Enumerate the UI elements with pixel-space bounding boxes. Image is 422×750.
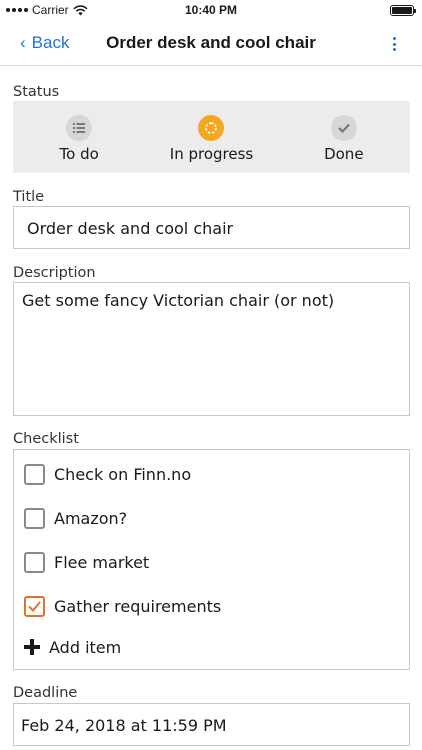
checklist-item[interactable]: Gather requirements bbox=[14, 584, 409, 628]
progress-icon bbox=[198, 115, 225, 141]
checklist-item-text: Check on Finn.no bbox=[54, 464, 192, 484]
status-section-label: Status bbox=[13, 84, 60, 100]
checkbox[interactable] bbox=[24, 551, 45, 573]
chevron-left-icon: ‹ bbox=[20, 33, 26, 52]
clock: 10:40 PM bbox=[184, 3, 238, 17]
back-label: Back bbox=[31, 33, 70, 52]
checklist-item[interactable]: Amazon? bbox=[14, 496, 409, 540]
status-option-todo[interactable]: To do bbox=[13, 101, 145, 173]
checkmark-icon bbox=[28, 600, 41, 612]
checkbox[interactable] bbox=[24, 507, 45, 529]
status-option-label: Done bbox=[324, 145, 364, 163]
checklist-item-text: Gather requirements bbox=[54, 596, 222, 616]
status-selector: To do In progress Done bbox=[13, 101, 410, 173]
list-icon bbox=[66, 115, 93, 141]
navigation-bar: ‹ Back Order desk and cool chair bbox=[0, 22, 422, 66]
add-item-label: Add item bbox=[49, 637, 122, 657]
status-option-done[interactable]: Done bbox=[278, 101, 410, 173]
status-option-label: In progress bbox=[169, 145, 254, 163]
checklist: Check on Finn.no Amazon? Flee market Gat… bbox=[13, 449, 410, 670]
status-option-in-progress[interactable]: In progress bbox=[145, 101, 277, 173]
plus-icon bbox=[24, 639, 40, 655]
checkbox-checked[interactable] bbox=[24, 595, 45, 617]
back-button[interactable]: ‹ Back bbox=[20, 33, 69, 53]
deadline-label: Deadline bbox=[13, 685, 78, 701]
checkbox[interactable] bbox=[24, 463, 45, 485]
description-label: Description bbox=[13, 265, 96, 281]
title-label: Title bbox=[13, 189, 45, 205]
checklist-item-text: Amazon? bbox=[54, 508, 128, 528]
add-item-button[interactable]: Add item bbox=[14, 626, 409, 668]
checklist-item[interactable]: Flee market bbox=[14, 540, 409, 584]
more-options-icon[interactable] bbox=[390, 34, 398, 54]
checklist-label: Checklist bbox=[13, 431, 79, 447]
title-input[interactable]: Order desk and cool chair bbox=[13, 206, 410, 249]
checkmark-icon bbox=[330, 115, 357, 141]
battery-icon bbox=[390, 5, 416, 16]
status-bar: Carrier 10:40 PM bbox=[0, 0, 422, 22]
deadline-picker[interactable]: Feb 24, 2018 at 11:59 PM bbox=[13, 703, 410, 746]
status-option-label: To do bbox=[59, 145, 99, 163]
checklist-item[interactable]: Check on Finn.no bbox=[14, 452, 409, 496]
description-textarea[interactable]: Get some fancy Victorian chair (or not) bbox=[13, 282, 410, 416]
checklist-item-text: Flee market bbox=[54, 552, 150, 572]
